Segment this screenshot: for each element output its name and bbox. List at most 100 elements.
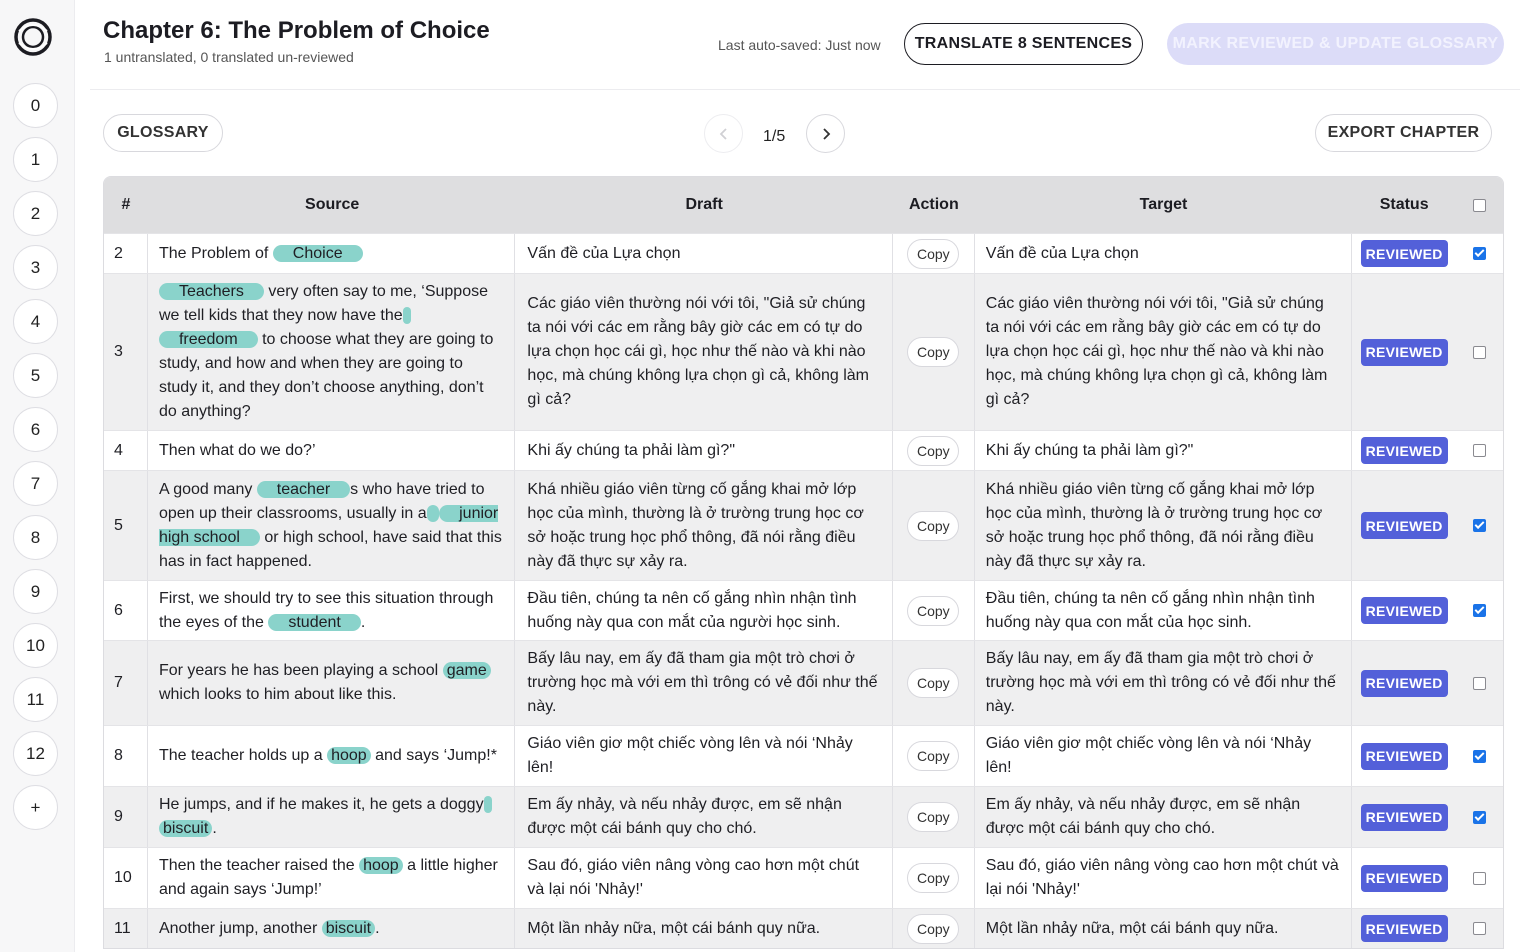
- sentences-table: # Source Draft Action Target Status 2 The…: [103, 176, 1504, 949]
- status-badge: REVIEWED: [1360, 669, 1448, 697]
- glossary-term-highlight[interactable]: hoop: [359, 857, 403, 874]
- chapter-button[interactable]: 12: [13, 731, 58, 776]
- chapter-button[interactable]: 1: [13, 137, 58, 182]
- copy-button[interactable]: Copy: [907, 510, 960, 541]
- chapter-button[interactable]: 2: [13, 191, 58, 236]
- next-page-button[interactable]: [806, 114, 845, 153]
- glossary-term-highlight[interactable]: game: [442, 662, 491, 679]
- glossary-term-highlight[interactable]: Teachers: [158, 283, 264, 300]
- autosave-status: Last auto-saved: Just now: [718, 37, 881, 53]
- row-select-checkbox[interactable]: [1473, 519, 1487, 532]
- target-text[interactable]: Đầu tiên, chúng ta nên cố gắng nhìn nhận…: [986, 587, 1340, 635]
- checkbox-cell: [1456, 787, 1503, 847]
- source-cell: A good many teacher s who have tried to o…: [148, 471, 516, 580]
- source-text: A good many teacher s who have tried to o…: [158, 478, 504, 574]
- glossary-term-highlight[interactable]: freedom: [158, 331, 258, 348]
- prev-page-button[interactable]: [704, 114, 743, 153]
- export-chapter-button[interactable]: EXPORT CHAPTER: [1315, 114, 1492, 152]
- target-cell[interactable]: Giáo viên giơ một chiếc vòng lên và nói …: [975, 726, 1353, 786]
- copy-button[interactable]: Copy: [907, 595, 960, 626]
- status-badge: REVIEWED: [1360, 597, 1448, 624]
- target-text[interactable]: Giáo viên giơ một chiếc vòng lên và nói …: [986, 732, 1340, 780]
- target-cell[interactable]: Khá nhiều giáo viên từng cố gắng khai mở…: [975, 471, 1353, 580]
- target-cell[interactable]: Đầu tiên, chúng ta nên cố gắng nhìn nhận…: [975, 581, 1353, 640]
- glossary-button[interactable]: GLOSSARY: [103, 114, 223, 152]
- row-number: 7: [104, 641, 148, 725]
- target-cell[interactable]: Các giáo viên thường nói với tôi, "Giả s…: [975, 274, 1353, 430]
- target-text[interactable]: Các giáo viên thường nói với tôi, "Giả s…: [986, 292, 1340, 412]
- mark-reviewed-button[interactable]: MARK REVIEWED & UPDATE GLOSSARY: [1167, 23, 1504, 65]
- chapter-button[interactable]: 4: [13, 299, 58, 344]
- target-text[interactable]: Em ấy nhảy, và nếu nhảy được, em sẽ nhận…: [986, 793, 1340, 841]
- header-action: Action: [908, 196, 959, 213]
- chapter-button[interactable]: 3: [13, 245, 58, 290]
- glossary-term-highlight[interactable]: [483, 796, 492, 813]
- checkbox-cell: [1456, 274, 1503, 430]
- source-text-segment: A good many: [158, 480, 257, 498]
- select-all-checkbox[interactable]: [1473, 198, 1487, 212]
- source-text-segment: He jumps, and if he makes it, he gets a …: [158, 796, 484, 813]
- action-cell: Copy: [893, 471, 975, 580]
- chapter-button[interactable]: 7: [13, 461, 58, 506]
- source-cell: Teachers very often say to me, ‘Suppose …: [148, 274, 516, 430]
- row-select-checkbox[interactable]: [1473, 810, 1487, 824]
- glossary-term-highlight[interactable]: biscuit: [321, 919, 376, 937]
- glossary-term-highlight[interactable]: hoop: [327, 747, 371, 764]
- target-text[interactable]: Khá nhiều giáo viên từng cố gắng khai mở…: [986, 478, 1340, 574]
- copy-button[interactable]: Copy: [907, 802, 960, 832]
- copy-button[interactable]: Copy: [907, 913, 960, 944]
- target-cell[interactable]: Sau đó, giáo viên nâng vòng cao hơn một …: [975, 848, 1353, 908]
- copy-button[interactable]: Copy: [907, 668, 960, 698]
- target-cell[interactable]: Vấn đề của Lựa chọn: [975, 234, 1353, 273]
- chapter-button[interactable]: 11: [13, 677, 58, 722]
- status-cell: REVIEWED: [1352, 471, 1456, 580]
- add-chapter-button[interactable]: +: [13, 785, 58, 830]
- translate-sentences-button[interactable]: TRANSLATE 8 SENTENCES: [904, 23, 1143, 65]
- status-cell: REVIEWED: [1352, 909, 1456, 948]
- chapter-button[interactable]: 10: [13, 623, 58, 668]
- draft-cell: Bấy lâu nay, em ấy đã tham gia một trò c…: [515, 641, 893, 725]
- target-cell[interactable]: Bấy lâu nay, em ấy đã tham gia một trò c…: [975, 641, 1353, 725]
- glossary-term-highlight[interactable]: [402, 307, 411, 324]
- copy-button[interactable]: Copy: [907, 741, 960, 771]
- chapter-button[interactable]: 0: [13, 83, 58, 128]
- copy-button[interactable]: Copy: [907, 863, 960, 893]
- glossary-term-highlight[interactable]: student: [268, 613, 361, 631]
- status-cell: REVIEWED: [1352, 234, 1456, 273]
- target-text[interactable]: Bấy lâu nay, em ấy đã tham gia một trò c…: [986, 647, 1340, 719]
- target-text[interactable]: Một lần nhảy nữa, một cái bánh quy nữa.: [986, 917, 1279, 941]
- status-cell: REVIEWED: [1352, 787, 1456, 847]
- row-select-checkbox[interactable]: [1473, 749, 1487, 763]
- checkbox-cell: [1456, 909, 1503, 948]
- chapter-button[interactable]: 6: [13, 407, 58, 452]
- glossary-term-highlight[interactable]: teacher: [256, 480, 351, 498]
- app-logo-icon[interactable]: [13, 17, 53, 57]
- source-cell: He jumps, and if he makes it, he gets a …: [148, 787, 516, 847]
- copy-button[interactable]: Copy: [907, 238, 960, 269]
- chapter-button[interactable]: 9: [13, 569, 58, 614]
- draft-text: Đầu tiên, chúng ta nên cố gắng nhìn nhận…: [527, 589, 857, 631]
- target-text[interactable]: Khi ấy chúng ta phải làm gì?": [986, 439, 1194, 463]
- glossary-term-highlight[interactable]: biscuit: [158, 820, 213, 837]
- copy-button[interactable]: Copy: [907, 337, 960, 367]
- row-select-checkbox[interactable]: [1473, 247, 1487, 260]
- row-select-checkbox[interactable]: [1473, 604, 1487, 617]
- chapter-button[interactable]: 5: [13, 353, 58, 398]
- row-select-checkbox[interactable]: [1473, 871, 1487, 885]
- row-select-checkbox[interactable]: [1473, 444, 1487, 457]
- target-text[interactable]: Sau đó, giáo viên nâng vòng cao hơn một …: [986, 854, 1340, 902]
- action-cell: Copy: [893, 234, 975, 273]
- action-cell: Copy: [893, 274, 975, 430]
- target-cell[interactable]: Khi ấy chúng ta phải làm gì?": [975, 431, 1353, 470]
- target-cell[interactable]: Một lần nhảy nữa, một cái bánh quy nữa.: [975, 909, 1353, 948]
- row-select-checkbox[interactable]: [1473, 345, 1487, 359]
- row-select-checkbox[interactable]: [1473, 922, 1487, 935]
- glossary-term-highlight[interactable]: Choice: [272, 244, 363, 262]
- target-cell[interactable]: Em ấy nhảy, và nếu nhảy được, em sẽ nhận…: [975, 787, 1353, 847]
- glossary-term-highlight[interactable]: [426, 504, 440, 522]
- target-text[interactable]: Vấn đề của Lựa chọn: [986, 242, 1139, 266]
- table-header: # Source Draft Action Target Status: [104, 177, 1503, 233]
- copy-button[interactable]: Copy: [907, 435, 960, 466]
- row-select-checkbox[interactable]: [1473, 676, 1487, 690]
- chapter-button[interactable]: 8: [13, 515, 58, 560]
